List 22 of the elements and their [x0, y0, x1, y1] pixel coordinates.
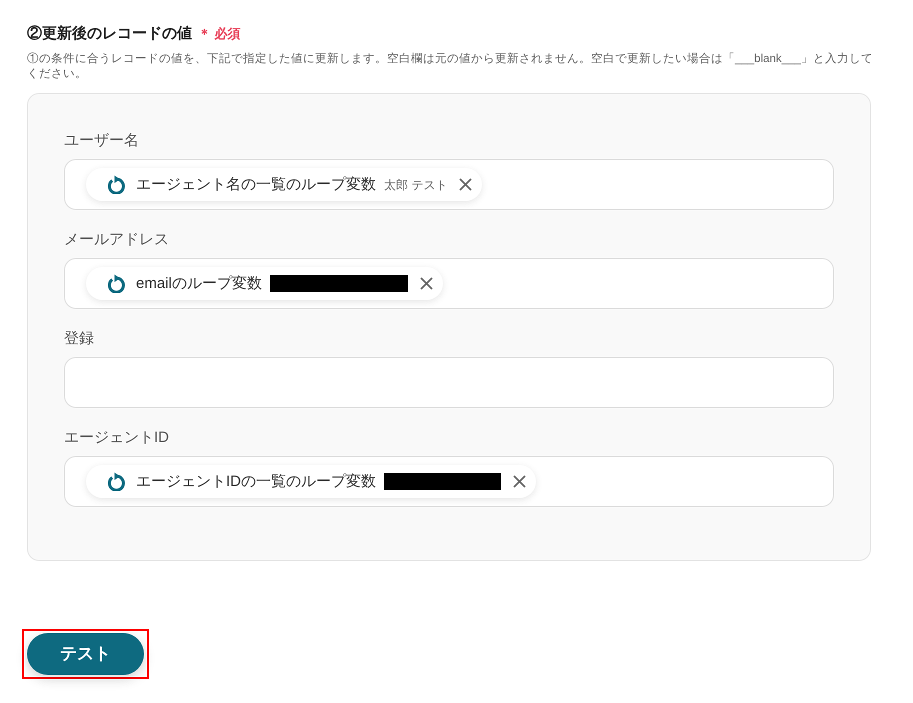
required-label: ＊ 必須: [198, 25, 241, 43]
chip-value: 太郎 テスト: [384, 176, 448, 192]
circular-arrow-icon: [107, 472, 125, 491]
field-label: エージェントID: [64, 428, 169, 448]
close-icon[interactable]: [459, 178, 472, 191]
field-label: メールアドレス: [64, 230, 169, 250]
input-field[interactable]: エージェント名の一覧のループ変数 太郎 テスト: [64, 159, 834, 210]
circular-arrow-icon: [107, 274, 125, 293]
input-field[interactable]: emailのループ変数: [64, 258, 834, 309]
input-field[interactable]: [64, 357, 834, 408]
description-text: ①の条件に合うレコードの値を、下記で指定した値に更新します。空白欄は元の値から更新されません。空白で更新したい場合は「___blank___」と入力してください。: [27, 52, 874, 82]
circular-arrow-icon: [107, 175, 125, 194]
test-button[interactable]: テスト: [27, 633, 144, 675]
close-icon[interactable]: [420, 277, 433, 290]
section-title: ②更新後のレコードの値: [27, 24, 192, 44]
input-field[interactable]: エージェントIDの一覧のループ変数: [64, 456, 834, 507]
chip-label: エージェントIDの一覧のループ変数: [136, 472, 376, 492]
close-icon[interactable]: [513, 475, 526, 488]
field-label: 登録: [64, 329, 94, 349]
field-label: ユーザー名: [64, 131, 139, 151]
chip-label: emailのループ変数: [136, 274, 262, 294]
chip-label: エージェント名の一覧のループ変数: [136, 174, 376, 194]
